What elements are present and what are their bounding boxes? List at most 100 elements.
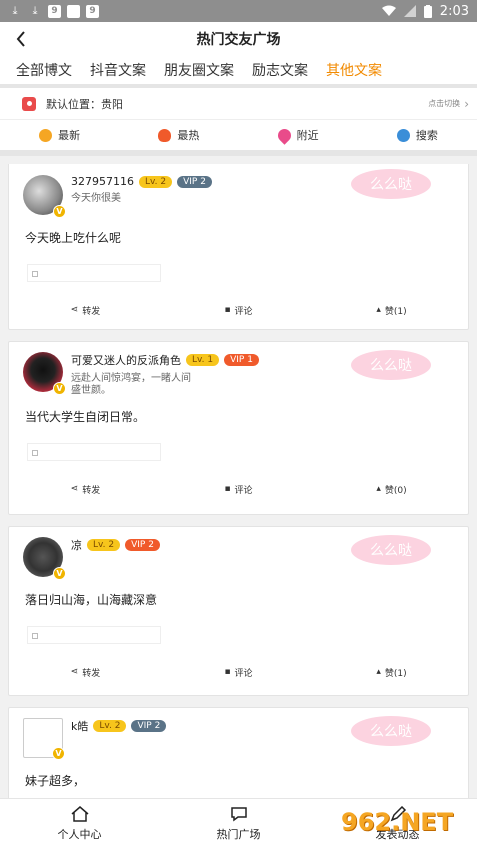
share-icon: ⋖ [70, 484, 79, 494]
tab-moments[interactable]: 朋友圈文案 [164, 60, 234, 80]
like-button[interactable]: ▴ 赞(1) [315, 304, 468, 317]
location-bar[interactable]: 默认位置：贵阳 点击切换 › [0, 88, 477, 120]
username[interactable]: 327957116 [71, 175, 134, 188]
switch-label: 点击切换 [428, 99, 461, 108]
post-content: 今天晚上吃什么呢 [25, 231, 122, 245]
nav-hot-square[interactable]: 热门广场 [159, 799, 318, 848]
download-icon: ⤓ [12, 4, 18, 17]
location-icon [22, 96, 36, 111]
memeda-sticker: 么么哒 [351, 350, 431, 380]
like-label: 赞(0) [384, 485, 407, 496]
tab-all-posts[interactable]: 全部博文 [16, 60, 72, 80]
filter-search[interactable]: 搜索 [358, 127, 477, 143]
like-button[interactable]: ▴ 赞(1) [315, 666, 468, 679]
status-bar: ⤓ ⤓ 9 9 2:03 [0, 0, 477, 22]
comment-label: 评论 [234, 306, 253, 317]
comment-icon: ▪ [224, 667, 231, 677]
username[interactable]: k皓 [71, 718, 88, 734]
back-arrow-icon [16, 31, 25, 47]
image-placeholder[interactable] [27, 443, 161, 461]
avatar[interactable]: V [23, 175, 66, 218]
chevron-right-icon: › [464, 96, 469, 111]
verified-icon: V [52, 747, 65, 760]
share-icon: ⋖ [70, 667, 79, 677]
comment-button[interactable]: ▪ 评论 [162, 483, 315, 496]
category-tabs: 全部博文 抖音文案 朋友圈文案 励志文案 其他文案 [0, 56, 477, 88]
image-placeholder[interactable] [27, 264, 161, 282]
post-card: V 凉 Lv. 2 VIP 2 么么哒 落日归山海，山海藏深意 ⋖ 转发 ▪ 评论 … [8, 526, 469, 696]
location-label: 默认位置：贵阳 [46, 97, 123, 111]
level-badge: Lv. 2 [93, 720, 127, 732]
post-content: 当代大学生自闭日常。 [25, 410, 146, 424]
status-time: 2:03 [439, 3, 469, 19]
tab-other[interactable]: 其他文案 [326, 60, 382, 80]
app-notification-icon [67, 4, 80, 18]
avatar[interactable]: V [23, 352, 66, 395]
search-icon [396, 128, 410, 142]
location-switch[interactable]: 点击切换 › [428, 97, 469, 111]
filter-nearby[interactable]: 附近 [239, 125, 358, 145]
pin-icon [274, 125, 294, 145]
post-content: 妹子超多， [25, 774, 86, 788]
share-icon: ⋖ [70, 305, 79, 315]
filter-hot[interactable]: 最热 [119, 127, 238, 143]
filter-bar: 最新 最热 附近 搜索 [0, 120, 477, 156]
vip-badge: VIP 1 [224, 354, 259, 366]
bottom-nav: 个人中心 热门广场 发表动态 962.NET [0, 798, 477, 848]
share-label: 转发 [82, 485, 101, 496]
avatar[interactable]: V [23, 718, 65, 760]
level-badge: Lv. 2 [87, 539, 121, 551]
watermark-logo: 962.NET [341, 800, 471, 844]
filter-latest[interactable]: 最新 [0, 127, 119, 143]
clock-icon [39, 128, 53, 142]
like-label: 赞(1) [384, 668, 407, 679]
sticker-text: 么么哒 [370, 542, 412, 559]
nav-profile[interactable]: 个人中心 [0, 799, 159, 848]
home-icon [71, 805, 88, 822]
comment-icon: ▪ [224, 484, 231, 494]
share-label: 转发 [82, 306, 101, 317]
thumbs-up-icon: ▴ [376, 305, 381, 315]
nav-label: 热门广场 [216, 827, 261, 841]
comment-label: 评论 [234, 668, 253, 679]
signature: 远赴人间惊鸿宴，一睹人间盛世颜。 [71, 373, 191, 396]
sticker-text: 么么哒 [370, 357, 412, 374]
filter-label: 最新 [58, 129, 81, 142]
share-button[interactable]: ⋖ 转发 [9, 304, 162, 317]
share-button[interactable]: ⋖ 转发 [9, 666, 162, 679]
battery-icon [423, 4, 432, 18]
comment-button[interactable]: ▪ 评论 [162, 666, 315, 679]
share-label: 转发 [82, 668, 101, 679]
share-button[interactable]: ⋖ 转发 [9, 483, 162, 496]
vip-badge: VIP 2 [131, 720, 167, 732]
filter-label: 搜索 [415, 129, 438, 142]
signature: 今天你很美 [71, 193, 121, 204]
filter-label: 最热 [177, 129, 200, 142]
comment-button[interactable]: ▪ 评论 [162, 304, 315, 317]
nav-label: 个人中心 [57, 827, 102, 841]
app-notification-icon: 9 [86, 4, 99, 18]
vip-badge: VIP 2 [177, 175, 212, 188]
post-card: V k皓 Lv. 2 VIP 2 么么哒 妹子超多， [8, 707, 469, 798]
tab-douyin[interactable]: 抖音文案 [90, 60, 146, 80]
thumbs-up-icon: ▴ [376, 484, 381, 494]
username[interactable]: 可爱又迷人的反派角色 [71, 352, 181, 368]
post-card: V 可爱又迷人的反派角色 Lv. 1 VIP 1 远赴人间惊鸿宴，一睹人间盛世颜… [8, 341, 469, 515]
avatar[interactable]: V [23, 537, 66, 580]
image-placeholder[interactable] [27, 626, 161, 644]
memeda-sticker: 么么哒 [351, 169, 431, 199]
nav-bar: 热门交友广场 [0, 22, 477, 56]
username[interactable]: 凉 [71, 537, 82, 553]
level-badge: Lv. 2 [139, 175, 173, 188]
tab-inspirational[interactable]: 励志文案 [252, 60, 308, 80]
comment-label: 评论 [234, 485, 253, 496]
verified-icon: V [53, 382, 66, 395]
filter-label: 附近 [296, 129, 319, 142]
page-title: 热门交友广场 [196, 32, 281, 48]
like-button[interactable]: ▴ 赞(0) [315, 483, 468, 496]
verified-icon: V [53, 205, 66, 218]
memeda-sticker: 么么哒 [351, 535, 431, 565]
post-feed: V 327957116 Lv. 2 VIP 2 今天你很美 么么哒 今天晚上吃什… [0, 164, 477, 798]
verified-icon: V [53, 567, 66, 580]
back-button[interactable] [10, 28, 32, 50]
